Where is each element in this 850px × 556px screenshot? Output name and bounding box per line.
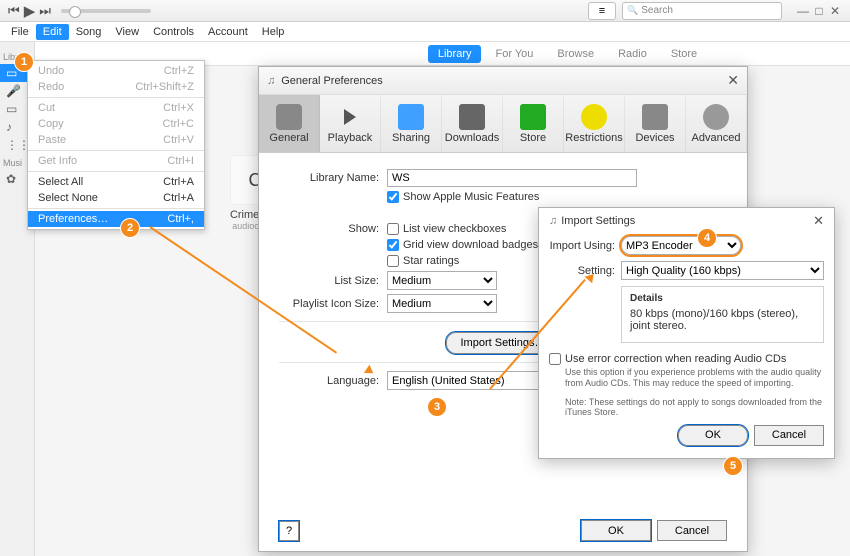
prev-track-button[interactable]: ⏮ bbox=[8, 3, 20, 19]
music-note-icon: ♫ bbox=[549, 215, 557, 227]
menu-help[interactable]: Help bbox=[255, 24, 292, 40]
menu-item-undo[interactable]: UndoCtrl+Z bbox=[28, 63, 204, 79]
setting-select[interactable]: High Quality (160 kbps) bbox=[621, 261, 824, 280]
show-label: Show: bbox=[279, 223, 387, 235]
prefs-cancel-button[interactable]: Cancel bbox=[657, 520, 727, 541]
play-button[interactable]: ▶ bbox=[24, 2, 36, 20]
playlist-icon-size-select[interactable]: Medium bbox=[387, 294, 497, 313]
playlist-icon-size-label: Playlist Icon Size: bbox=[279, 298, 387, 310]
menu-item-paste[interactable]: PasteCtrl+V bbox=[28, 132, 204, 148]
menu-item-get-info[interactable]: Get InfoCtrl+I bbox=[28, 153, 204, 169]
import-settings-dialog: ♫ Import Settings ✕ Import Using: MP3 En… bbox=[538, 207, 835, 459]
menu-controls[interactable]: Controls bbox=[146, 24, 201, 40]
tab-store-prefs[interactable]: Store bbox=[503, 95, 564, 152]
tab-playback[interactable]: Playback bbox=[320, 95, 381, 152]
next-track-button[interactable]: ⏭ bbox=[39, 3, 51, 19]
annotation-badge-2: 2 bbox=[120, 218, 140, 238]
search-input[interactable]: Search bbox=[622, 2, 782, 20]
edit-menu-dropdown: UndoCtrl+Z RedoCtrl+Shift+Z CutCtrl+X Co… bbox=[27, 60, 205, 230]
tab-store[interactable]: Store bbox=[661, 45, 707, 63]
menu-item-redo[interactable]: RedoCtrl+Shift+Z bbox=[28, 79, 204, 95]
tab-restrictions[interactable]: Restrictions bbox=[564, 95, 625, 152]
menu-item-preferences[interactable]: Preferences…Ctrl+, bbox=[28, 211, 204, 227]
menu-bar: File Edit Song View Controls Account Hel… bbox=[0, 22, 850, 42]
tab-radio[interactable]: Radio bbox=[608, 45, 657, 63]
tab-downloads[interactable]: Downloads bbox=[442, 95, 503, 152]
star-ratings-label: Star ratings bbox=[403, 255, 459, 267]
annotation-badge-3: 3 bbox=[427, 397, 447, 417]
details-box: Details 80 kbps (mono)/160 kbps (stereo)… bbox=[621, 286, 824, 343]
grid-view-badges-label: Grid view download badges bbox=[403, 239, 538, 251]
list-view-button[interactable]: ≡ bbox=[588, 2, 616, 20]
show-apple-music-label: Show Apple Music Features bbox=[403, 191, 539, 203]
menu-item-select-none[interactable]: Select NoneCtrl+A bbox=[28, 190, 204, 206]
error-correction-checkbox[interactable] bbox=[549, 353, 561, 365]
close-icon[interactable]: ✕ bbox=[813, 213, 824, 229]
details-header: Details bbox=[630, 293, 815, 304]
dialog-title: General Preferences bbox=[281, 75, 383, 87]
import-using-label: Import Using: bbox=[549, 240, 621, 252]
close-window-button[interactable]: ✕ bbox=[828, 4, 842, 18]
menu-item-copy[interactable]: CopyCtrl+C bbox=[28, 116, 204, 132]
menu-item-select-all[interactable]: Select AllCtrl+A bbox=[28, 174, 204, 190]
show-apple-music-checkbox[interactable] bbox=[387, 191, 399, 203]
list-view-checkboxes-checkbox[interactable] bbox=[387, 223, 399, 235]
annotation-badge-4: 4 bbox=[697, 228, 717, 248]
tab-general[interactable]: General bbox=[259, 95, 320, 152]
import-using-select[interactable]: MP3 Encoder bbox=[621, 236, 741, 255]
menu-file[interactable]: File bbox=[4, 24, 36, 40]
error-correction-hint: Use this option if you experience proble… bbox=[565, 367, 824, 389]
volume-slider[interactable] bbox=[61, 9, 151, 13]
import-ok-button[interactable]: OK bbox=[678, 425, 748, 446]
grid-view-badges-checkbox[interactable] bbox=[387, 239, 399, 251]
tab-for-you[interactable]: For You bbox=[485, 45, 543, 63]
error-correction-label: Use error correction when reading Audio … bbox=[565, 353, 786, 365]
annotation-badge-1: 1 bbox=[14, 52, 34, 72]
list-size-select[interactable]: Medium bbox=[387, 271, 497, 290]
import-settings-title: Import Settings bbox=[561, 215, 635, 227]
minimize-button[interactable]: — bbox=[796, 4, 810, 18]
dialog-titlebar: ♫ General Preferences ✕ bbox=[259, 67, 747, 95]
menu-edit[interactable]: Edit bbox=[36, 24, 69, 40]
help-button[interactable]: ? bbox=[279, 521, 299, 541]
library-name-input[interactable] bbox=[387, 169, 637, 187]
import-cancel-button[interactable]: Cancel bbox=[754, 425, 824, 446]
list-view-checkboxes-label: List view checkboxes bbox=[403, 223, 506, 235]
tab-browse[interactable]: Browse bbox=[547, 45, 604, 63]
prefs-ok-button[interactable]: OK bbox=[581, 520, 651, 541]
import-note: Note: These settings do not apply to son… bbox=[565, 397, 824, 417]
menu-item-cut[interactable]: CutCtrl+X bbox=[28, 100, 204, 116]
star-ratings-checkbox[interactable] bbox=[387, 255, 399, 267]
tab-devices[interactable]: Devices bbox=[625, 95, 686, 152]
maximize-button[interactable]: □ bbox=[812, 4, 826, 18]
menu-view[interactable]: View bbox=[108, 24, 146, 40]
menu-account[interactable]: Account bbox=[201, 24, 255, 40]
tab-library[interactable]: Library bbox=[428, 45, 482, 63]
music-note-icon: ♫ bbox=[267, 75, 275, 87]
annotation-badge-5: 5 bbox=[723, 456, 743, 476]
details-text: 80 kbps (mono)/160 kbps (stereo), joint … bbox=[630, 308, 815, 332]
window-top-bar: ⏮ ▶ ⏭ ≡ Search — □ ✕ bbox=[0, 0, 850, 22]
tab-advanced[interactable]: Advanced bbox=[686, 95, 747, 152]
close-icon[interactable]: ✕ bbox=[727, 72, 739, 89]
tab-sharing[interactable]: Sharing bbox=[381, 95, 442, 152]
list-size-label: List Size: bbox=[279, 275, 387, 287]
prefs-tabbar: General Playback Sharing Downloads Store… bbox=[259, 95, 747, 153]
library-name-label: Library Name: bbox=[279, 172, 387, 184]
menu-song[interactable]: Song bbox=[69, 24, 109, 40]
